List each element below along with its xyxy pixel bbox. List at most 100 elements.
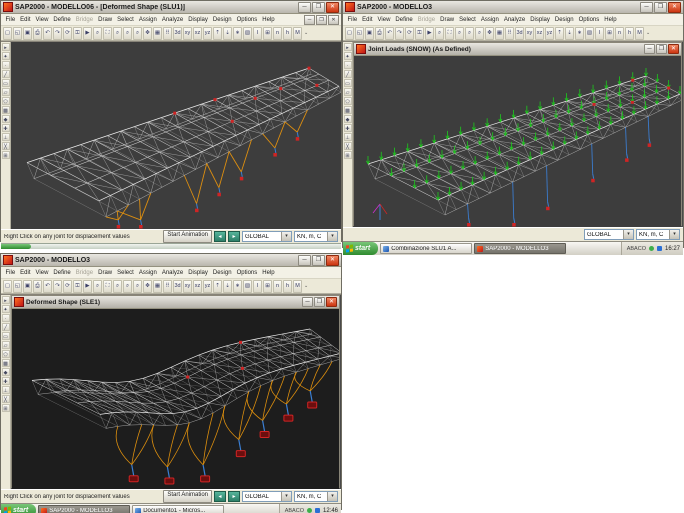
menu-item[interactable]: View xyxy=(375,17,393,23)
menu-item[interactable]: Assign xyxy=(478,17,501,23)
previous-zoom-icon[interactable]: ⌕ xyxy=(455,27,464,40)
menu-item[interactable]: View xyxy=(33,270,51,276)
tray-icon[interactable] xyxy=(649,246,654,251)
refresh-window-icon[interactable]: ⟳ xyxy=(63,280,72,293)
draw-quad-icon[interactable]: ▱ xyxy=(344,88,352,96)
menu-item[interactable]: File xyxy=(3,17,18,23)
menu-item[interactable]: Select xyxy=(457,17,479,23)
menu-item[interactable]: Select xyxy=(115,17,137,23)
draw-joint-icon[interactable]: · xyxy=(2,61,10,69)
pointer-select-icon[interactable]: ▸ xyxy=(344,43,352,51)
menu-item[interactable]: Design xyxy=(552,17,576,23)
restore-full-view-icon[interactable]: ⛶ xyxy=(103,280,112,293)
shrink-objects-icon[interactable]: ∗ xyxy=(233,280,242,293)
run-analysis-icon[interactable]: ▶ xyxy=(83,27,92,40)
rubber-band-zoom-icon[interactable]: ⌕ xyxy=(435,27,444,40)
lock-model-icon[interactable]: ⚿ xyxy=(415,27,424,40)
menu-item[interactable]: Analyze xyxy=(159,17,185,23)
menu-item[interactable]: Options xyxy=(234,270,260,276)
coord-system-select[interactable]: GLOBAL ▾ xyxy=(584,229,634,240)
quick-draw-truss-icon[interactable]: M xyxy=(293,280,302,293)
toolbar-overflow-icon[interactable]: ⌄ xyxy=(304,30,308,36)
maximize-button[interactable]: ❐ xyxy=(312,2,325,13)
draw-poly-area-icon[interactable]: ⬠ xyxy=(2,350,10,358)
menu-item[interactable]: Assign xyxy=(136,17,159,23)
print-icon[interactable]: ⎙ xyxy=(33,280,42,293)
animation-next-button[interactable]: ▸ xyxy=(228,491,240,502)
run-analysis-icon[interactable]: ▶ xyxy=(425,27,434,40)
child-minimize-button[interactable]: ─ xyxy=(304,15,315,25)
minimize-button[interactable]: ─ xyxy=(640,2,653,13)
lock-model-icon[interactable]: ⚿ xyxy=(73,280,82,293)
undo-icon[interactable]: ↶ xyxy=(43,280,52,293)
deformed-shape-view-sle1[interactable] xyxy=(12,309,339,489)
assign-display-icon[interactable]: ▧ xyxy=(585,27,594,40)
menu-item[interactable]: Design xyxy=(210,270,234,276)
animation-prev-button[interactable]: ◂ xyxy=(214,491,226,502)
zoom-out-icon[interactable]: ⌕ xyxy=(133,280,142,293)
titlebar[interactable]: SAP2000 - MODELLO3 ─ ❐ ✕ xyxy=(1,254,341,267)
taskbar-button-sap2000[interactable]: SAP2000 - MODELLO3 xyxy=(474,243,566,254)
object-labels-icon[interactable]: ⠿ xyxy=(505,27,514,40)
menu-item[interactable]: Options xyxy=(576,17,602,23)
quick-draw-truss-icon[interactable]: M xyxy=(635,27,644,40)
child-minimize-button[interactable]: ─ xyxy=(302,297,313,307)
snap-midpoints-icon[interactable]: ✚ xyxy=(2,124,10,132)
menu-item[interactable]: Design xyxy=(210,17,234,23)
child-restore-button[interactable]: ❐ xyxy=(314,297,325,307)
units-select[interactable]: KN, m, C ▾ xyxy=(294,231,338,242)
snap-midpoints-icon[interactable]: ✚ xyxy=(344,124,352,132)
snap-intersections-icon[interactable]: ╳ xyxy=(2,395,10,403)
titlebar[interactable]: SAP2000 - MODELLO3 ─ ❐ ✕ xyxy=(343,1,683,14)
zoom-out-icon[interactable]: ⌕ xyxy=(475,27,484,40)
new-model-icon[interactable]: ▢ xyxy=(3,27,12,40)
child-restore-button[interactable]: ❐ xyxy=(656,44,667,54)
move-down-level-icon[interactable]: ⇣ xyxy=(565,27,574,40)
child-close-button[interactable]: ✕ xyxy=(668,44,679,54)
show-grid-icon[interactable]: ⊞ xyxy=(263,280,272,293)
move-down-level-icon[interactable]: ⇣ xyxy=(223,280,232,293)
snap-joints-icon[interactable]: ◆ xyxy=(2,115,10,123)
pan-icon[interactable]: ✥ xyxy=(485,27,494,40)
save-icon[interactable]: ▣ xyxy=(365,27,374,40)
animation-prev-button[interactable]: ◂ xyxy=(214,231,226,242)
start-button[interactable]: start xyxy=(1,504,36,513)
pan-icon[interactable]: ✥ xyxy=(143,27,152,40)
menu-item[interactable]: Define xyxy=(393,17,415,23)
menu-item[interactable]: File xyxy=(3,270,18,276)
menu-item[interactable]: Edit xyxy=(18,270,33,276)
child-close-button[interactable]: ✕ xyxy=(326,297,337,307)
menu-item[interactable]: Draw xyxy=(96,270,115,276)
draw-poly-area-icon[interactable]: ⬠ xyxy=(344,97,352,105)
draw-poly-area-icon[interactable]: ⬠ xyxy=(2,97,10,105)
zoom-in-icon[interactable]: ⌕ xyxy=(123,280,132,293)
animation-next-button[interactable]: ▸ xyxy=(228,231,240,242)
elevation-xz-view-icon[interactable]: xz xyxy=(535,27,544,40)
zoom-in-icon[interactable]: ⌕ xyxy=(123,27,132,40)
child-restore-button[interactable]: ❐ xyxy=(316,15,327,25)
display-options-icon[interactable]: ▦ xyxy=(153,27,162,40)
rubber-band-zoom-icon[interactable]: ⌕ xyxy=(93,27,102,40)
quick-draw-frame-icon[interactable]: n xyxy=(273,27,282,40)
pointer-select-icon[interactable]: ▸ xyxy=(2,43,10,51)
toolbar-overflow-icon[interactable]: ⌄ xyxy=(304,283,308,289)
elevation-yz-view-icon[interactable]: yz xyxy=(203,27,212,40)
object-labels-icon[interactable]: ⠿ xyxy=(163,27,172,40)
show-grid-icon[interactable]: ⊞ xyxy=(263,27,272,40)
shrink-objects-icon[interactable]: ∗ xyxy=(233,27,242,40)
display-options-icon[interactable]: ▦ xyxy=(153,280,162,293)
quick-draw-frame-icon[interactable]: n xyxy=(615,27,624,40)
child-minimize-button[interactable]: ─ xyxy=(644,44,655,54)
menu-item[interactable]: Options xyxy=(234,17,260,23)
lock-model-icon[interactable]: ⚿ xyxy=(73,27,82,40)
section-cut-icon[interactable]: I xyxy=(595,27,604,40)
menu-item[interactable]: Edit xyxy=(360,17,375,23)
shrink-objects-icon[interactable]: ∗ xyxy=(575,27,584,40)
close-button[interactable]: ✕ xyxy=(326,2,339,13)
menu-item[interactable]: Bridge xyxy=(415,17,437,23)
menu-item[interactable]: Draw xyxy=(438,17,457,23)
quick-draw-brace-icon[interactable]: h xyxy=(283,280,292,293)
snap-joints-icon[interactable]: ◆ xyxy=(344,115,352,123)
section-cut-icon[interactable]: I xyxy=(253,280,262,293)
taskbar-button-sap2000[interactable]: SAP2000 - MODELLO3 xyxy=(38,505,130,513)
